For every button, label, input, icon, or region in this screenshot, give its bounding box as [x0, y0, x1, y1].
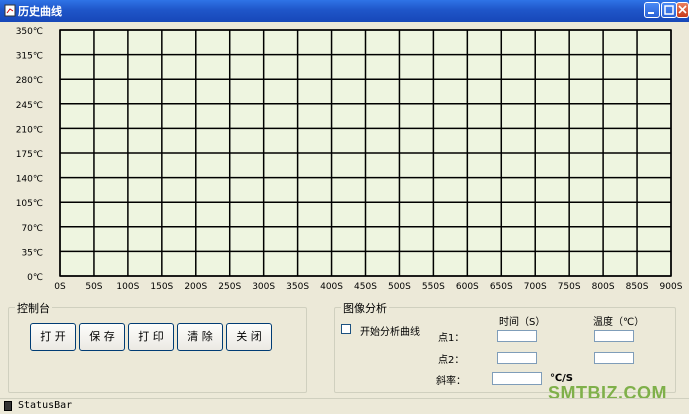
- close-icon: [678, 5, 687, 14]
- y-tick-label: 0℃: [27, 273, 43, 283]
- y-tick-label: 210℃: [16, 125, 43, 135]
- minimize-icon: [648, 12, 654, 14]
- x-tick-label: 0S: [54, 282, 66, 292]
- close-button[interactable]: [676, 2, 689, 18]
- x-tick-label: 200S: [184, 282, 207, 292]
- close-window-button[interactable]: 关 闭: [226, 323, 272, 351]
- x-tick-label: 600S: [456, 282, 479, 292]
- point2-label: 点2：: [438, 355, 465, 366]
- x-tick-label: 300S: [252, 282, 275, 292]
- control-panel: 控制台 打 开 保 存 打 印 清 除 关 闭: [8, 300, 307, 393]
- x-tick-label: 900S: [660, 282, 683, 292]
- point1-time-field[interactable]: [497, 330, 537, 342]
- maximize-icon: [664, 5, 674, 15]
- history-chart: 0S 50S 100S 150S 200S 250S 300S 350S 400S 450S 500…: [16, 27, 683, 292]
- y-tick-label: 70℃: [21, 224, 43, 234]
- x-tick-label: 400S: [320, 282, 343, 292]
- y-tick-label: 35℃: [21, 248, 43, 258]
- x-tick-label: 150S: [150, 282, 173, 292]
- clear-button[interactable]: 清 除: [177, 323, 223, 351]
- window-title: 历史曲线: [18, 5, 62, 18]
- x-tick-label: 500S: [388, 282, 411, 292]
- x-tick-label: 700S: [524, 282, 547, 292]
- start-analysis-label: 开始分析曲线: [360, 327, 420, 338]
- title-bar: 历史曲线: [0, 0, 689, 22]
- save-button[interactable]: 保 存: [79, 323, 125, 351]
- y-tick-label: 350℃: [16, 27, 43, 37]
- minimize-button[interactable]: [644, 2, 660, 18]
- status-bar: StatusBar: [0, 398, 689, 414]
- y-tick-label: 280℃: [16, 76, 43, 86]
- slope-label: 斜率：: [436, 376, 466, 387]
- x-tick-label: 650S: [490, 282, 513, 292]
- point2-time-field[interactable]: [497, 352, 537, 364]
- y-tick-label: 315℃: [16, 52, 43, 62]
- slope-field[interactable]: [492, 372, 542, 385]
- x-tick-label: 750S: [558, 282, 581, 292]
- analysis-panel-title: 图像分析: [341, 300, 389, 316]
- x-tick-label: 450S: [354, 282, 377, 292]
- x-tick-label: 100S: [116, 282, 139, 292]
- status-text: StatusBar: [18, 400, 73, 411]
- x-tick-label: 550S: [422, 282, 445, 292]
- point1-temp-field[interactable]: [594, 330, 634, 342]
- x-tick-label: 50S: [85, 282, 102, 292]
- maximize-button[interactable]: [661, 2, 677, 18]
- app-icon: [4, 4, 16, 17]
- print-button[interactable]: 打 印: [128, 323, 174, 351]
- open-button[interactable]: 打 开: [30, 323, 76, 351]
- temperature-header: 温度（℃）: [593, 317, 645, 328]
- x-tick-label: 800S: [592, 282, 615, 292]
- point2-temp-field[interactable]: [594, 352, 634, 364]
- y-tick-label: 245℃: [16, 101, 43, 111]
- time-header: 时间（S）: [499, 317, 546, 328]
- point1-label: 点1：: [438, 333, 465, 344]
- y-tick-label: 105℃: [16, 199, 43, 209]
- y-tick-label: 175℃: [16, 150, 43, 160]
- client-area: 0S 50S 100S 150S 200S 250S 300S 350S 400S 450S 500…: [0, 22, 689, 414]
- y-tick-label: 140℃: [16, 175, 43, 185]
- x-tick-label: 350S: [286, 282, 309, 292]
- start-analysis-checkbox[interactable]: [341, 324, 351, 334]
- analysis-panel: 图像分析 开始分析曲线 时间（S） 温度（℃） 点1： 点2： 斜率： ℃/S: [334, 300, 676, 393]
- x-tick-label: 850S: [626, 282, 649, 292]
- control-panel-title: 控制台: [15, 300, 52, 316]
- status-icon: [4, 401, 12, 411]
- x-tick-label: 250S: [218, 282, 241, 292]
